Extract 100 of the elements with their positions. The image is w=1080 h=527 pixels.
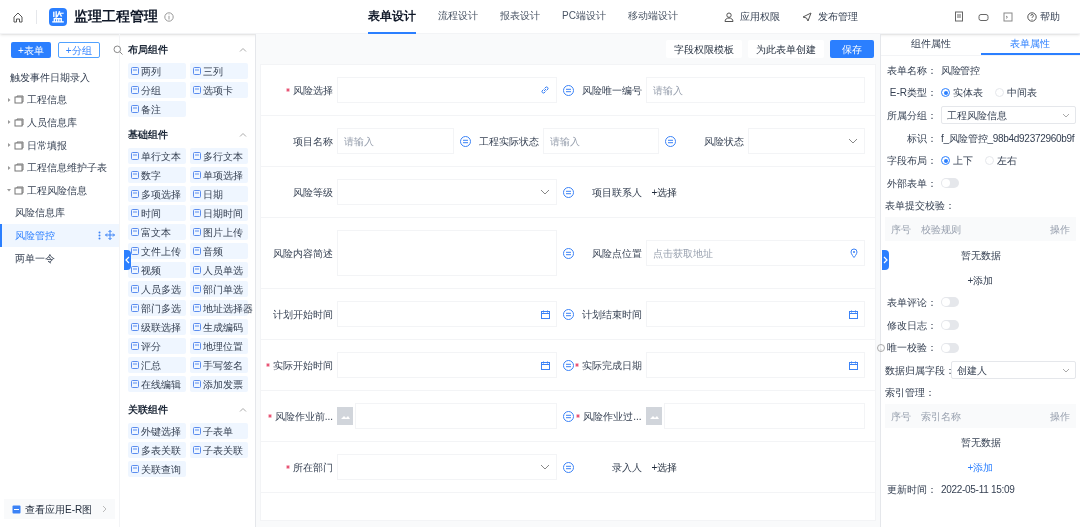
component-item[interactable]: 分组 bbox=[128, 82, 186, 98]
component-item[interactable]: 两列 bbox=[128, 63, 186, 79]
component-item[interactable]: 文件上传 bbox=[128, 243, 186, 259]
panel-tab[interactable]: 表单属性 bbox=[980, 34, 1080, 55]
save-button[interactable]: 保存 bbox=[830, 40, 874, 58]
add-link[interactable]: +添加 bbox=[967, 459, 994, 475]
collapse-icon[interactable] bbox=[239, 406, 247, 412]
toggle-switch[interactable] bbox=[941, 178, 959, 189]
add-link[interactable]: +添加 bbox=[967, 272, 994, 288]
header-action[interactable]: 发布管理 bbox=[801, 9, 858, 24]
component-item[interactable]: 人员单选 bbox=[190, 262, 248, 278]
tree-item[interactable]: 风险管控 bbox=[0, 224, 119, 247]
calendar-icon[interactable] bbox=[849, 309, 858, 319]
component-item[interactable]: 多表关联 bbox=[128, 442, 186, 458]
calendar-icon[interactable] bbox=[849, 360, 858, 370]
caret-icon[interactable] bbox=[6, 119, 12, 126]
document-icon[interactable] bbox=[954, 11, 964, 22]
component-item[interactable]: 时间 bbox=[128, 205, 186, 221]
caret-icon[interactable] bbox=[6, 187, 12, 194]
component-item[interactable]: 日期 bbox=[190, 186, 248, 202]
radio-option[interactable]: 左右 bbox=[985, 153, 1017, 169]
nav-tab[interactable]: 报表设计 bbox=[500, 0, 540, 34]
component-item[interactable]: 多行文本 bbox=[190, 148, 248, 164]
component-item[interactable]: 部门多选 bbox=[128, 300, 186, 316]
component-item[interactable]: 备注 bbox=[128, 101, 186, 117]
chevron-down-icon[interactable] bbox=[539, 464, 550, 470]
component-item[interactable]: 添加发票 bbox=[190, 376, 248, 392]
tree-item[interactable]: 工程信息维护子表 bbox=[0, 156, 119, 179]
collapse-icon[interactable] bbox=[239, 46, 247, 52]
input-field[interactable] bbox=[337, 77, 557, 103]
add-form-button[interactable]: +表单 bbox=[11, 42, 51, 58]
add-group-button[interactable]: +分组 bbox=[57, 42, 100, 58]
move-icon[interactable] bbox=[105, 230, 115, 241]
select-field[interactable]: 工程风险信息 bbox=[941, 106, 1076, 125]
chevron-down-icon[interactable] bbox=[848, 138, 858, 144]
tree-item[interactable]: 风险信息库 bbox=[0, 201, 119, 225]
component-item[interactable]: 音频 bbox=[190, 243, 248, 259]
component-item[interactable]: 汇总 bbox=[128, 357, 186, 373]
component-item[interactable]: 人员多选 bbox=[128, 281, 186, 297]
caret-icon[interactable] bbox=[6, 142, 12, 149]
chevron-down-icon[interactable] bbox=[539, 189, 550, 195]
collapse-handle-icon[interactable] bbox=[124, 250, 131, 270]
component-item[interactable]: 生成编码 bbox=[190, 319, 248, 335]
select-field[interactable] bbox=[337, 454, 557, 480]
select-person-button[interactable]: +选择 bbox=[651, 184, 678, 200]
link-icon[interactable] bbox=[539, 85, 550, 95]
nav-tab[interactable]: 移动端设计 bbox=[627, 0, 678, 34]
date-field[interactable] bbox=[337, 301, 557, 327]
caret-icon[interactable] bbox=[6, 164, 12, 171]
component-item[interactable]: 级联选择 bbox=[128, 319, 186, 335]
component-item[interactable]: 视频 bbox=[128, 262, 186, 278]
toolbar-button[interactable]: 为此表单创建 bbox=[748, 40, 824, 58]
component-item[interactable]: 关联查询 bbox=[128, 461, 186, 477]
component-item[interactable]: 地理位置 bbox=[190, 338, 248, 354]
location-pin-icon[interactable] bbox=[850, 248, 858, 258]
component-item[interactable]: 选项卡 bbox=[190, 82, 248, 98]
tree-item[interactable]: 日常填报 bbox=[0, 133, 119, 157]
component-item[interactable]: 子表关联 bbox=[190, 442, 248, 458]
component-item[interactable]: 子表单 bbox=[190, 423, 248, 439]
collapse-icon[interactable] bbox=[239, 131, 247, 137]
date-field[interactable] bbox=[337, 352, 557, 378]
component-item[interactable]: 多项选择 bbox=[128, 186, 186, 202]
component-item[interactable]: 外键选择 bbox=[128, 423, 186, 439]
toolbar-button[interactable]: 字段权限模板 bbox=[666, 40, 742, 58]
help-icon[interactable] bbox=[877, 343, 885, 352]
component-item[interactable]: 富文本 bbox=[128, 224, 186, 240]
component-item[interactable]: 单项选择 bbox=[190, 167, 248, 183]
tree-item[interactable]: 工程信息 bbox=[0, 88, 119, 112]
tree-item[interactable]: 两单一令 bbox=[0, 246, 119, 270]
component-item[interactable]: 图片上传 bbox=[190, 224, 248, 240]
nav-tab[interactable]: PC端设计 bbox=[562, 0, 606, 34]
component-item[interactable]: 手写签名 bbox=[190, 357, 248, 373]
select-field[interactable] bbox=[337, 179, 557, 205]
nav-tab[interactable]: 流程设计 bbox=[438, 0, 478, 34]
tree-item[interactable]: 工程风险信息 bbox=[0, 178, 119, 202]
caret-icon[interactable] bbox=[6, 96, 12, 103]
component-item[interactable]: 在线编辑 bbox=[128, 376, 186, 392]
select-field[interactable] bbox=[748, 128, 865, 154]
component-item[interactable]: 三列 bbox=[190, 63, 248, 79]
component-item[interactable]: 部门单选 bbox=[190, 281, 248, 297]
toggle-switch[interactable] bbox=[941, 320, 959, 331]
search-icon[interactable] bbox=[112, 45, 123, 55]
terminal-icon[interactable] bbox=[1003, 11, 1013, 22]
select-field[interactable]: 创建人 bbox=[951, 361, 1076, 380]
help-button[interactable]: 帮助 bbox=[1027, 9, 1060, 24]
toggle-switch[interactable] bbox=[941, 297, 959, 308]
input-field[interactable] bbox=[663, 403, 865, 429]
tree-item[interactable]: 触发事件日期录入 bbox=[0, 66, 119, 89]
home-icon[interactable] bbox=[12, 10, 24, 23]
radio-option[interactable]: 中间表 bbox=[995, 85, 1037, 101]
radio-option[interactable]: 上下 bbox=[941, 153, 973, 169]
panel-tab[interactable]: 组件属性 bbox=[881, 34, 981, 55]
radio-option[interactable]: 实体表 bbox=[941, 85, 983, 101]
header-action[interactable]: 应用权限 bbox=[723, 9, 780, 24]
calendar-icon[interactable] bbox=[540, 360, 550, 370]
select-person-button[interactable]: +选择 bbox=[651, 459, 678, 475]
component-item[interactable]: 评分 bbox=[128, 338, 186, 354]
component-item[interactable]: 数字 bbox=[128, 167, 186, 183]
calendar-icon[interactable] bbox=[540, 309, 550, 319]
component-item[interactable]: 日期时间 bbox=[190, 205, 248, 221]
